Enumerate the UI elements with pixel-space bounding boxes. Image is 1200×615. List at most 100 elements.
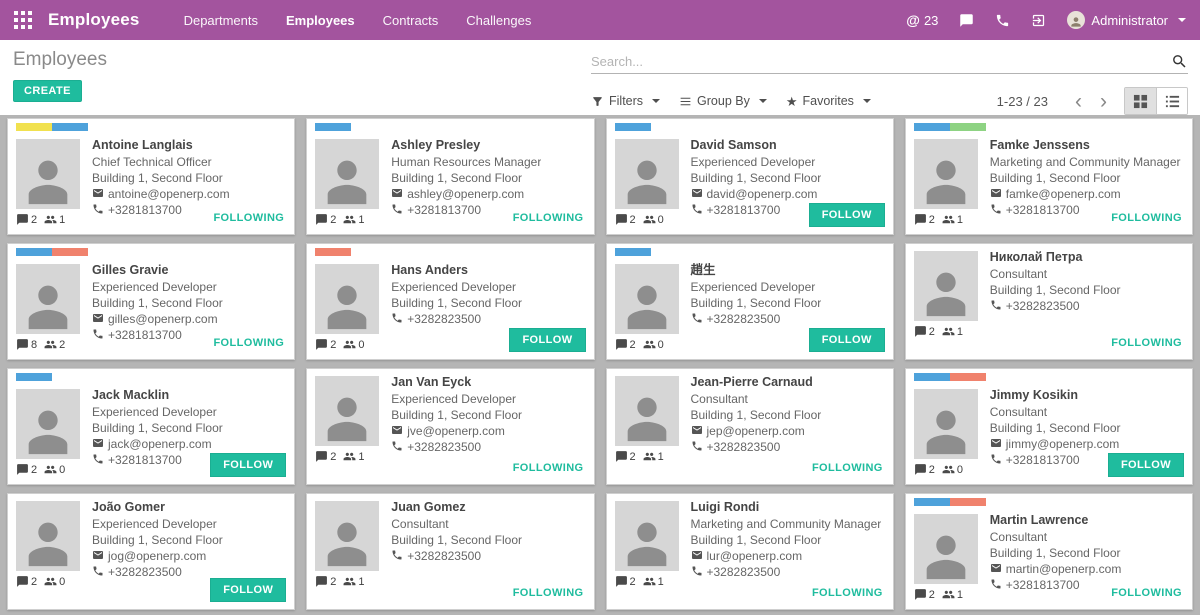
message-count: 2 xyxy=(929,589,935,601)
employee-card[interactable]: 2 1 Николай Петра Consultant Building 1,… xyxy=(905,243,1193,360)
chevron-down-icon xyxy=(652,99,660,103)
employee-card[interactable]: 2 1 Luigi Rondi Marketing and Community … xyxy=(606,493,894,610)
following-label[interactable]: FOLLOWING xyxy=(513,462,584,474)
kanban-color-bars xyxy=(16,373,286,381)
employee-email-row[interactable]: famke@openerp.com xyxy=(990,186,1181,202)
employee-card[interactable]: 2 1 Famke Jenssens Marketing and Communi… xyxy=(905,118,1193,235)
user-menu[interactable]: Administrator xyxy=(1067,11,1186,29)
group-by-dropdown[interactable]: Group By xyxy=(679,94,767,108)
employee-phone-row[interactable]: +3281813700 xyxy=(92,202,230,218)
employee-card[interactable]: 2 1 Juan Gomez Consultant Building 1, Se… xyxy=(306,493,594,610)
kanban-view-icon xyxy=(1133,94,1148,109)
follow-button[interactable]: FOLLOW xyxy=(809,328,885,352)
top-menu-item-challenges[interactable]: Challenges xyxy=(466,13,531,28)
search-input[interactable] xyxy=(591,54,1171,69)
employee-card[interactable]: 2 0 David Samson Experienced Developer B… xyxy=(606,118,894,235)
sign-in-icon[interactable] xyxy=(1031,13,1046,28)
employee-phone-row[interactable]: +3281813700 xyxy=(990,577,1122,593)
favorites-dropdown[interactable]: ★ Favorites xyxy=(786,94,871,108)
following-label[interactable]: FOLLOWING xyxy=(213,337,284,349)
list-view-button[interactable] xyxy=(1156,88,1187,114)
chevron-down-icon xyxy=(863,99,871,103)
employee-email-row[interactable]: jog@openerp.com xyxy=(92,548,223,564)
employee-email-row[interactable]: lur@openerp.com xyxy=(691,548,882,564)
top-menu-item-departments[interactable]: Departments xyxy=(184,13,258,28)
following-label[interactable]: FOLLOWING xyxy=(1111,212,1182,224)
employee-phone: +3281813700 xyxy=(1006,578,1080,592)
employee-card[interactable]: 2 0 Jimmy Kosikin Consultant Building 1,… xyxy=(905,368,1193,485)
employee-phone-row[interactable]: +3282823500 xyxy=(92,564,223,580)
employee-card[interactable]: 2 1 Jean-Pierre Carnaud Consultant Build… xyxy=(606,368,894,485)
top-menu-item-contracts[interactable]: Contracts xyxy=(383,13,439,28)
employee-card[interactable]: 2 0 João Gomer Experienced Developer Bui… xyxy=(7,493,295,610)
following-label[interactable]: FOLLOWING xyxy=(812,587,883,599)
following-label[interactable]: FOLLOWING xyxy=(1111,337,1182,349)
employee-email-row[interactable]: martin@openerp.com xyxy=(990,561,1122,577)
employee-phone-row[interactable]: +3281813700 xyxy=(92,327,223,343)
employee-phone-row[interactable]: +3282823500 xyxy=(691,439,822,455)
follower-count: 1 xyxy=(658,451,664,463)
employee-phone: +3281813700 xyxy=(1006,453,1080,467)
employee-email-row[interactable]: antoine@openerp.com xyxy=(92,186,230,202)
envelope-icon xyxy=(92,187,104,199)
employee-card[interactable]: 2 0 Hans Anders Experienced Developer Bu… xyxy=(306,243,594,360)
employee-phone-row[interactable]: +3281813700 xyxy=(92,452,223,468)
employee-phone-row[interactable]: +3281813700 xyxy=(691,202,822,218)
follow-button[interactable]: FOLLOW xyxy=(809,203,885,227)
messages-menu-icon[interactable] xyxy=(959,13,974,28)
phone-icon xyxy=(691,203,703,215)
employee-card[interactable]: 2 1 Martin Lawrence Consultant Building … xyxy=(905,493,1193,610)
employee-card[interactable]: 2 1 Jan Van Eyck Experienced Developer B… xyxy=(306,368,594,485)
employee-card[interactable]: 8 2 Gilles Gravie Experienced Developer … xyxy=(7,243,295,360)
following-label[interactable]: FOLLOWING xyxy=(513,587,584,599)
employee-phone-row[interactable]: +3282823500 xyxy=(691,311,822,327)
employee-card[interactable]: 2 0 Jack Macklin Experienced Developer B… xyxy=(7,368,295,485)
follow-button[interactable]: FOLLOW xyxy=(210,453,286,477)
following-label[interactable]: FOLLOWING xyxy=(213,212,284,224)
employee-phone-row[interactable]: +3282823500 xyxy=(391,311,522,327)
employee-email-row[interactable]: gilles@openerp.com xyxy=(92,311,223,327)
follow-button[interactable]: FOLLOW xyxy=(1108,453,1184,477)
employee-email-row[interactable]: ashley@openerp.com xyxy=(391,186,541,202)
employee-email-row[interactable]: jack@openerp.com xyxy=(92,436,223,452)
employee-email-row[interactable]: jimmy@openerp.com xyxy=(990,436,1121,452)
activities-counter[interactable]: @ 23 xyxy=(906,12,938,28)
pager-previous-button[interactable]: ‹ xyxy=(1066,91,1091,112)
employee-email-row[interactable]: jve@openerp.com xyxy=(391,423,522,439)
search-icon[interactable] xyxy=(1171,53,1188,70)
apps-grid-icon[interactable] xyxy=(14,11,32,29)
employee-photo xyxy=(16,501,80,571)
employee-email-row[interactable]: jep@openerp.com xyxy=(691,423,822,439)
followers-group-icon xyxy=(643,213,656,226)
employee-phone-row[interactable]: +3282823500 xyxy=(391,548,522,564)
employee-phone: +3282823500 xyxy=(407,312,481,326)
employee-name: Gilles Gravie xyxy=(92,262,223,278)
filters-label: Filters xyxy=(609,94,643,108)
filters-dropdown[interactable]: Filters xyxy=(591,94,660,108)
star-icon: ★ xyxy=(786,95,798,108)
activity-count: 23 xyxy=(924,13,938,28)
app-title[interactable]: Employees xyxy=(48,10,140,30)
employee-job-title: Experienced Developer xyxy=(92,404,223,420)
phone-menu-icon[interactable] xyxy=(995,13,1010,28)
follow-button[interactable]: FOLLOW xyxy=(210,578,286,602)
pager-next-button[interactable]: › xyxy=(1091,91,1116,112)
kanban-view-button[interactable] xyxy=(1125,88,1156,114)
employee-phone-row[interactable]: +3281813700 xyxy=(990,452,1121,468)
employee-card[interactable]: 2 0 趙生 Experienced Developer Building 1,… xyxy=(606,243,894,360)
following-label[interactable]: FOLLOWING xyxy=(812,462,883,474)
following-label[interactable]: FOLLOWING xyxy=(1111,587,1182,599)
employee-photo xyxy=(16,389,80,459)
employee-email-row[interactable]: david@openerp.com xyxy=(691,186,822,202)
employee-phone-row[interactable]: +3282823500 xyxy=(691,564,882,580)
employee-phone-row[interactable]: +3282823500 xyxy=(391,439,522,455)
employee-card[interactable]: 2 1 Ashley Presley Human Resources Manag… xyxy=(306,118,594,235)
create-button[interactable]: CREATE xyxy=(13,80,82,102)
employee-job-title: Human Resources Manager xyxy=(391,154,541,170)
following-label[interactable]: FOLLOWING xyxy=(513,212,584,224)
employee-card[interactable]: 2 1 Antoine Langlais Chief Technical Off… xyxy=(7,118,295,235)
follow-button[interactable]: FOLLOW xyxy=(509,328,585,352)
top-menu-item-employees[interactable]: Employees xyxy=(286,13,355,28)
chatter-counts: 2 1 xyxy=(315,450,379,463)
employee-phone-row[interactable]: +3282823500 xyxy=(990,298,1121,314)
